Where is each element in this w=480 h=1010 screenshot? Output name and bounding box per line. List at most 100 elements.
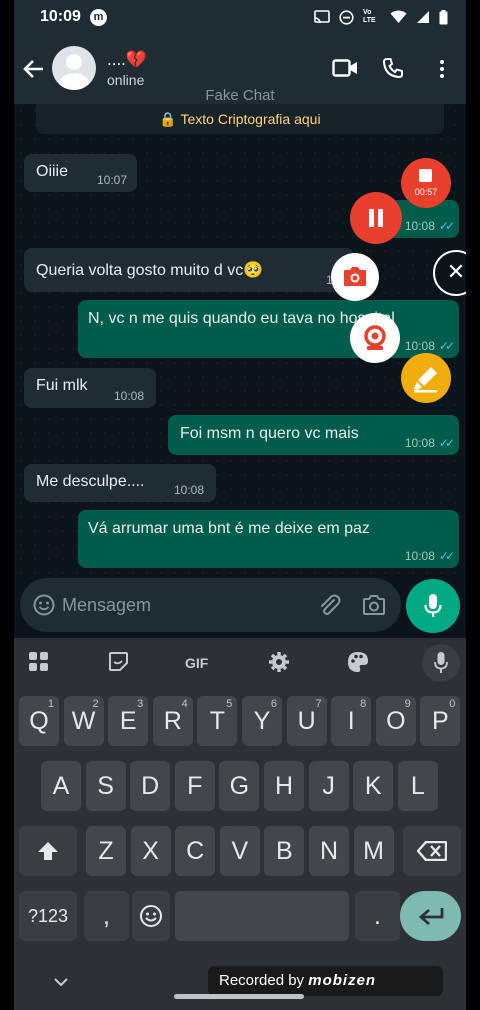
voice-typing-button[interactable] — [422, 644, 460, 682]
key-f[interactable]: F — [174, 761, 215, 811]
backspace-key[interactable] — [403, 826, 461, 876]
key-h[interactable]: H — [264, 761, 304, 811]
key-k[interactable]: K — [353, 761, 394, 811]
key-z[interactable]: Z — [86, 826, 126, 876]
key-label: D — [141, 772, 160, 800]
key-c[interactable]: C — [175, 826, 216, 876]
key-b[interactable]: B — [264, 826, 305, 876]
apps-grid-icon[interactable] — [28, 651, 49, 672]
key-d[interactable]: D — [130, 761, 171, 811]
key-label: K — [364, 772, 382, 800]
key-p[interactable]: P0 — [420, 696, 461, 746]
shift-key[interactable] — [19, 826, 77, 876]
status-bar: 10:09 m Vo LTE — [14, 0, 466, 36]
message-composer[interactable]: Mensagem — [20, 578, 401, 632]
key-hint: 8 — [360, 698, 367, 710]
key-m[interactable]: M — [353, 826, 394, 876]
microphone-icon — [424, 594, 442, 617]
key-label: O — [386, 707, 406, 735]
avatar[interactable] — [52, 46, 96, 90]
enter-key[interactable] — [400, 891, 461, 941]
message-time: 10:08 ✓✓ — [405, 219, 455, 233]
system-icons: Vo LTE — [314, 9, 448, 25]
message-text: Queria volta gosto muito d vc🥺 — [36, 262, 264, 279]
screenshot-button[interactable] — [331, 253, 379, 301]
key-y[interactable]: Y6 — [242, 696, 282, 746]
settings-gear-icon[interactable] — [268, 651, 290, 673]
attach-icon[interactable] — [317, 593, 341, 617]
key-label: H — [274, 772, 294, 800]
key-g[interactable]: G — [219, 761, 260, 811]
key-label: F — [187, 772, 203, 800]
watermark-prefix: Recorded by — [219, 972, 305, 989]
message-time: 10:08 ✓✓ — [405, 339, 455, 353]
key-q[interactable]: Q1 — [19, 696, 59, 746]
home-gesture-bar[interactable] — [174, 994, 304, 999]
key-label: W — [71, 707, 96, 735]
record-pause-button[interactable] — [350, 192, 402, 244]
voice-message-button[interactable] — [406, 579, 460, 633]
message-outgoing[interactable]: N, vc n me quis quando eu tava no hospit… — [78, 300, 459, 358]
enter-arrow-icon — [418, 908, 443, 926]
message-time: 10:07 — [96, 173, 127, 187]
message-outgoing[interactable]: Foi msm n quero vc mais 10:08 ✓✓ — [168, 415, 459, 455]
emoji-icon — [140, 905, 162, 927]
message-text: Foi msm n quero vc mais — [180, 425, 359, 442]
period-key[interactable]: . — [355, 891, 400, 941]
stop-icon — [419, 169, 432, 182]
key-label: L — [410, 772, 425, 800]
contact-status: online — [107, 72, 145, 88]
chevron-down-icon[interactable] — [54, 974, 68, 992]
key-t[interactable]: T5 — [197, 696, 238, 746]
key-label: E — [119, 707, 137, 735]
key-label: Q — [29, 707, 49, 735]
record-timer: 00:57 — [414, 187, 438, 197]
key-j[interactable]: J — [308, 761, 349, 811]
message-outgoing[interactable]: Vá arrumar uma bnt é me deixe em paz 10:… — [78, 510, 459, 568]
video-call-icon[interactable] — [332, 58, 358, 78]
close-icon: ✕ — [446, 259, 466, 284]
key-i[interactable]: I8 — [331, 696, 372, 746]
key-e[interactable]: E3 — [108, 696, 149, 746]
camera-icon[interactable] — [362, 594, 386, 616]
volte-icon: Vo LTE — [363, 9, 376, 24]
key-s[interactable]: S — [85, 761, 126, 811]
soft-keyboard: GIF ?123 , . Recorded by mobizen Q 1 W 2… — [14, 638, 466, 1010]
back-arrow-icon[interactable] — [23, 58, 45, 80]
key-o[interactable]: O9 — [375, 696, 416, 746]
key-u[interactable]: U7 — [286, 696, 327, 746]
key-v[interactable]: V — [219, 826, 260, 876]
emoji-key[interactable] — [132, 891, 170, 941]
record-stop-button[interactable]: 00:57 — [401, 158, 451, 208]
key-r[interactable]: R4 — [152, 696, 193, 746]
emoji-icon[interactable] — [33, 594, 55, 616]
space-key[interactable] — [175, 891, 349, 941]
key-hint: 9 — [404, 698, 411, 710]
phone-call-icon[interactable] — [382, 57, 404, 79]
key-label: S — [97, 772, 114, 800]
gif-button[interactable]: GIF — [185, 655, 208, 671]
key-w[interactable]: W2 — [63, 696, 104, 746]
message-incoming[interactable]: Queria volta gosto muito d vc🥺 10:08 — [24, 248, 356, 292]
symbols-key[interactable]: ?123 — [19, 891, 77, 941]
draw-button[interactable] — [401, 353, 451, 403]
signal-icon — [417, 11, 429, 23]
message-incoming[interactable]: Oiiie 10:07 — [24, 154, 137, 192]
message-incoming[interactable]: Fui mlk 10:08 — [24, 368, 156, 408]
key-a[interactable]: A — [41, 761, 81, 811]
contact-name[interactable]: ....💔 — [107, 50, 147, 70]
key-label: U — [297, 707, 316, 735]
message-incoming[interactable]: Me desculpe.... 10:08 — [24, 464, 216, 502]
key-label: T — [209, 707, 226, 735]
theme-palette-icon[interactable] — [347, 651, 369, 673]
more-options-icon[interactable] — [440, 60, 444, 78]
key-n[interactable]: N — [309, 826, 349, 876]
key-x[interactable]: X — [130, 826, 171, 876]
facecam-button[interactable] — [350, 313, 400, 363]
comma-key[interactable]: , — [84, 891, 129, 941]
sticker-icon[interactable] — [108, 651, 129, 672]
key-l[interactable]: L — [397, 761, 438, 811]
encryption-notice[interactable]: 🔒 Texto Criptografia aqui — [36, 104, 444, 134]
chat-watermark-title: Fake Chat — [205, 87, 275, 104]
message-input[interactable]: Mensagem — [62, 595, 151, 616]
